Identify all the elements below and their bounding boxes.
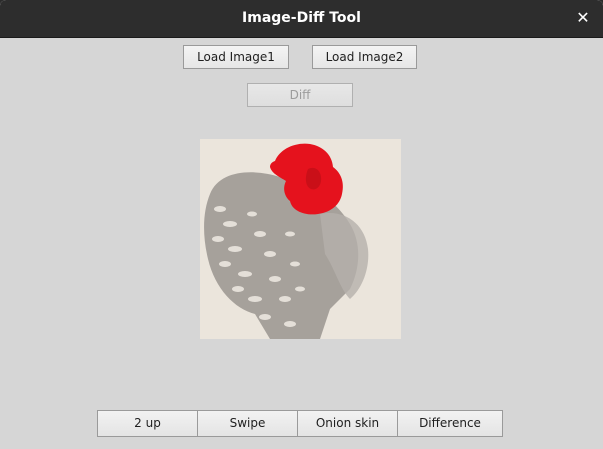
tab-difference[interactable]: Difference	[398, 410, 503, 437]
app-window: Image-Diff Tool ✕ Load Image1 Load Image…	[0, 0, 603, 449]
load-image2-button[interactable]: Load Image2	[312, 45, 417, 69]
view-mode-tabs: 2 up Swipe Onion skin Difference	[97, 410, 503, 437]
diff-button[interactable]: Diff	[247, 83, 353, 107]
diff-image-canvas	[200, 139, 401, 339]
tab-2-up[interactable]: 2 up	[97, 410, 198, 437]
load-image1-button[interactable]: Load Image1	[183, 45, 289, 69]
diff-image	[200, 139, 401, 339]
tab-swipe[interactable]: Swipe	[198, 410, 298, 437]
title-bar[interactable]: Image-Diff Tool ✕	[0, 0, 603, 38]
tab-onion-skin[interactable]: Onion skin	[298, 410, 398, 437]
close-icon[interactable]: ✕	[573, 8, 593, 28]
window-title: Image-Diff Tool	[242, 10, 361, 26]
